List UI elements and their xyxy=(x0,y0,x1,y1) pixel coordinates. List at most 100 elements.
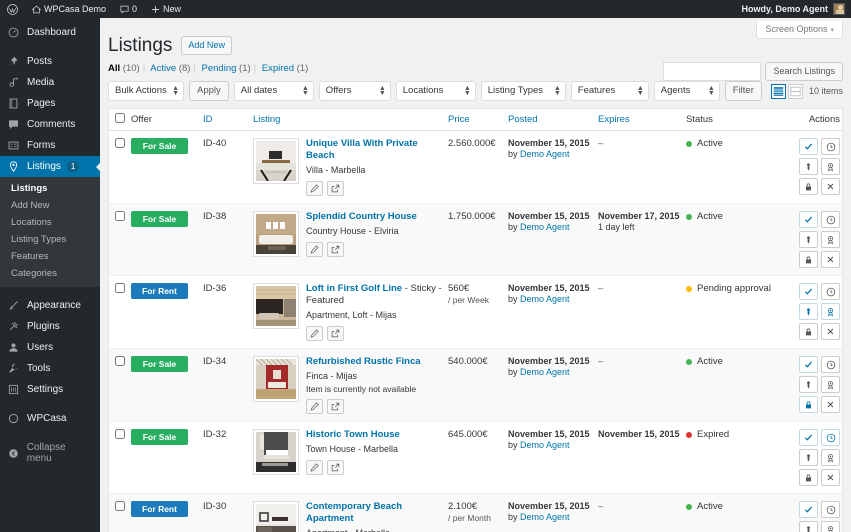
sidebar-item-comments[interactable]: Comments xyxy=(0,114,100,135)
clock-icon[interactable] xyxy=(821,429,840,446)
sticky-pin-icon[interactable] xyxy=(799,521,818,532)
column-header-posted[interactable]: Posted xyxy=(508,114,598,125)
column-header-expires[interactable]: Expires xyxy=(598,114,686,125)
date-filter-select[interactable]: All dates ▲ ▼ xyxy=(233,81,314,101)
offers-filter-select[interactable]: Offers ▲ ▼ xyxy=(318,81,391,101)
filter-button[interactable]: Filter xyxy=(724,81,762,101)
comments-menu[interactable]: 0 xyxy=(113,0,144,18)
agent-link[interactable]: Demo Agent xyxy=(520,294,570,304)
pencil-icon[interactable] xyxy=(306,460,323,475)
agent-link[interactable]: Demo Agent xyxy=(520,367,570,377)
sidebar-item-plugins[interactable]: Plugins xyxy=(0,316,100,337)
features-filter-select[interactable]: Features ▲ ▼ xyxy=(570,81,649,101)
site-name-menu[interactable]: WPCasa Demo xyxy=(25,0,113,18)
award-icon[interactable] xyxy=(821,158,840,175)
row-checkbox[interactable] xyxy=(115,138,125,148)
submenu-item-listings[interactable]: Listings xyxy=(0,180,100,197)
clock-icon[interactable] xyxy=(821,501,840,518)
agent-link[interactable]: Demo Agent xyxy=(520,512,570,522)
listing-title[interactable]: Contemporary Beach Apartment xyxy=(306,501,448,525)
wp-logo-menu[interactable] xyxy=(0,0,25,18)
search-listings-button[interactable]: Search Listings xyxy=(765,62,843,81)
lock-icon[interactable] xyxy=(799,396,818,413)
sticky-pin-icon[interactable] xyxy=(799,449,818,466)
close-x-icon[interactable] xyxy=(821,251,840,268)
external-link-icon[interactable] xyxy=(327,460,344,475)
sidebar-item-pages[interactable]: Pages xyxy=(0,93,100,114)
sticky-pin-icon[interactable] xyxy=(799,303,818,320)
lock-icon[interactable] xyxy=(799,469,818,486)
submenu-item-locations[interactable]: Locations xyxy=(0,214,100,231)
clock-icon[interactable] xyxy=(821,211,840,228)
sidebar-item-posts[interactable]: Posts xyxy=(0,51,100,72)
checkmark-icon[interactable] xyxy=(799,429,818,446)
submenu-item-add-new[interactable]: Add New xyxy=(0,197,100,214)
row-checkbox[interactable] xyxy=(115,429,125,439)
listing-title[interactable]: Historic Town House xyxy=(306,429,400,441)
sidebar-item-tools[interactable]: Tools xyxy=(0,358,100,379)
submenu-item-categories[interactable]: Categories xyxy=(0,265,100,282)
external-link-icon[interactable] xyxy=(327,242,344,257)
listing-title[interactable]: Splendid Country House xyxy=(306,211,417,223)
listing-title[interactable]: Unique Villa With Private Beach xyxy=(306,138,448,162)
filter-link-expired[interactable]: Expired xyxy=(262,63,294,74)
checkmark-icon[interactable] xyxy=(799,356,818,373)
sidebar-item-listings[interactable]: Listings 1 xyxy=(0,156,101,177)
external-link-icon[interactable] xyxy=(327,326,344,341)
filter-link-active[interactable]: Active xyxy=(150,63,176,74)
checkmark-icon[interactable] xyxy=(799,501,818,518)
agent-link[interactable]: Demo Agent xyxy=(520,440,570,450)
checkmark-icon[interactable] xyxy=(799,138,818,155)
pencil-icon[interactable] xyxy=(306,242,323,257)
excerpt-view-icon[interactable] xyxy=(787,83,803,99)
agent-link[interactable]: Demo Agent xyxy=(520,222,570,232)
sidebar-item-media[interactable]: Media xyxy=(0,72,100,93)
listing-types-filter-select[interactable]: Listing Types ▲ ▼ xyxy=(480,81,566,101)
sidebar-item-users[interactable]: Users xyxy=(0,337,100,358)
new-content-menu[interactable]: New xyxy=(144,0,188,18)
bulk-actions-select[interactable]: Bulk Actions ▲ ▼ xyxy=(108,81,184,101)
search-input[interactable] xyxy=(663,62,762,81)
lock-icon[interactable] xyxy=(799,178,818,195)
lock-icon[interactable] xyxy=(799,251,818,268)
column-header-price[interactable]: Price xyxy=(448,114,508,125)
screen-options-toggle[interactable]: Screen Options ▾ xyxy=(756,21,843,39)
sidebar-item-forms[interactable]: Forms xyxy=(0,135,100,156)
add-new-button[interactable]: Add New xyxy=(181,36,232,55)
sidebar-item-appearance[interactable]: Appearance xyxy=(0,295,100,316)
sticky-pin-icon[interactable] xyxy=(799,376,818,393)
sidebar-item-wpcasa[interactable]: WPCasa xyxy=(0,408,100,429)
close-x-icon[interactable] xyxy=(821,469,840,486)
agents-filter-select[interactable]: Agents ▲ ▼ xyxy=(653,81,720,101)
external-link-icon[interactable] xyxy=(327,399,344,414)
listing-title[interactable]: Loft in First Golf Line - Sticky - Featu… xyxy=(306,283,448,307)
my-account-menu[interactable]: Howdy, Demo Agent xyxy=(741,3,851,15)
listing-title[interactable]: Refurbished Rustic Finca xyxy=(306,356,421,368)
clock-icon[interactable] xyxy=(821,138,840,155)
filter-link-pending[interactable]: Pending xyxy=(202,63,237,74)
pencil-icon[interactable] xyxy=(306,181,323,196)
list-view-icon[interactable] xyxy=(770,83,786,99)
clock-icon[interactable] xyxy=(821,283,840,300)
award-icon[interactable] xyxy=(821,303,840,320)
submenu-item-listing-types[interactable]: Listing Types xyxy=(0,231,100,248)
pencil-icon[interactable] xyxy=(306,399,323,414)
select-all-checkbox[interactable] xyxy=(115,113,125,123)
sidebar-item-settings[interactable]: Settings xyxy=(0,379,100,400)
pencil-icon[interactable] xyxy=(306,326,323,341)
award-icon[interactable] xyxy=(821,449,840,466)
row-checkbox[interactable] xyxy=(115,211,125,221)
row-checkbox[interactable] xyxy=(115,283,125,293)
filter-link-all[interactable]: All xyxy=(108,63,120,74)
close-x-icon[interactable] xyxy=(821,178,840,195)
sticky-pin-icon[interactable] xyxy=(799,231,818,248)
apply-button[interactable]: Apply xyxy=(189,81,229,101)
award-icon[interactable] xyxy=(821,231,840,248)
award-icon[interactable] xyxy=(821,521,840,532)
sticky-pin-icon[interactable] xyxy=(799,158,818,175)
agent-link[interactable]: Demo Agent xyxy=(520,149,570,159)
award-icon[interactable] xyxy=(821,376,840,393)
clock-icon[interactable] xyxy=(821,356,840,373)
column-header-listing[interactable]: Listing xyxy=(253,114,448,125)
column-header-id[interactable]: ID xyxy=(203,114,253,125)
